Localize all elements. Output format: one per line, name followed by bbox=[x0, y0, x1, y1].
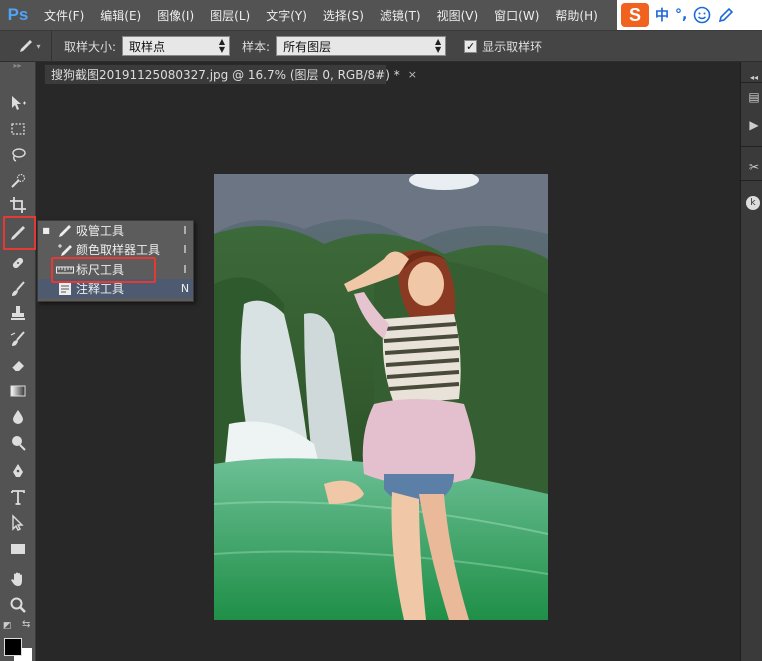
pen-icon[interactable] bbox=[717, 6, 735, 24]
dodge-icon bbox=[12, 436, 26, 451]
foreground-color-swatch[interactable] bbox=[4, 638, 22, 656]
healing-brush-tool[interactable] bbox=[6, 252, 30, 274]
eraser-tool[interactable] bbox=[6, 354, 30, 376]
lasso-icon bbox=[12, 148, 26, 162]
lasso-tool[interactable] bbox=[6, 144, 30, 166]
crop-icon bbox=[10, 197, 26, 213]
menu-image[interactable]: 图像(I) bbox=[149, 7, 202, 24]
smiley-icon[interactable] bbox=[693, 6, 711, 24]
flyout-shortcut: N bbox=[180, 282, 190, 295]
sample-label: 样本: bbox=[242, 39, 271, 54]
gradient-tool[interactable] bbox=[6, 380, 30, 402]
flyout-label: 吸管工具 bbox=[76, 224, 125, 238]
clone-stamp-tool[interactable] bbox=[6, 302, 30, 324]
flyout-shortcut: I bbox=[183, 224, 187, 237]
menu-window[interactable]: 窗口(W) bbox=[486, 7, 547, 24]
show-ring-label: 显示取样环 bbox=[482, 39, 543, 54]
color-sampler-icon bbox=[54, 242, 76, 258]
menu-select[interactable]: 选择(S) bbox=[315, 7, 372, 24]
type-icon bbox=[11, 490, 25, 505]
move-icon bbox=[12, 96, 26, 110]
sample-size-select[interactable]: 取样点 ▲ ▼ bbox=[122, 36, 231, 56]
history-panel-icon[interactable]: ▤ bbox=[745, 88, 762, 106]
chevron-down-icon: ▾ bbox=[36, 41, 41, 51]
close-icon[interactable]: × bbox=[408, 68, 417, 81]
brush-tool[interactable] bbox=[6, 278, 30, 300]
active-tool-bullet: ■ bbox=[42, 226, 50, 235]
hand-icon bbox=[11, 572, 22, 586]
menu-filter[interactable]: 滤镜(T) bbox=[372, 7, 429, 24]
updown-icon: ▲ ▼ bbox=[434, 37, 442, 54]
right-panel-dock: ◂◂ ▤ ▶ ✂ k bbox=[740, 62, 762, 661]
menu-layer[interactable]: 图层(L) bbox=[202, 7, 258, 24]
photoshop-logo: Ps bbox=[7, 5, 29, 24]
stamp-icon bbox=[11, 306, 25, 320]
flyout-shortcut: I bbox=[183, 243, 187, 256]
landscape-photo bbox=[214, 174, 548, 620]
ruler-tool-highlight bbox=[51, 257, 156, 283]
flyout-item-eyedropper[interactable]: ■ 吸管工具 I bbox=[38, 221, 193, 240]
default-colors-icon[interactable]: ◩ bbox=[3, 621, 12, 631]
ime-punct[interactable]: °, bbox=[675, 7, 687, 23]
path-select-tool[interactable] bbox=[6, 512, 30, 534]
quick-select-icon bbox=[11, 173, 26, 188]
options-bar: ▾ 取样大小: 取样点 ▲ ▼ 样本: 所有图层 ▲ ▼ ✓ 显示取样环 bbox=[0, 30, 762, 62]
eraser-icon bbox=[11, 361, 24, 372]
sample-size-label: 取样大小: bbox=[64, 39, 117, 54]
marquee-icon bbox=[11, 123, 25, 135]
panel-grip[interactable]: ▸▸ bbox=[0, 62, 35, 70]
crop-tool[interactable] bbox=[6, 194, 30, 216]
hand-tool[interactable] bbox=[6, 568, 30, 590]
marquee-tool[interactable] bbox=[6, 118, 30, 140]
menu-edit[interactable]: 编辑(E) bbox=[92, 7, 149, 24]
ime-mode[interactable]: 中 bbox=[655, 5, 669, 25]
document-title: 搜狗截图20191125080327.jpg @ 16.7% (图层 0, RG… bbox=[51, 68, 400, 82]
tool-preset-picker[interactable]: ▾ bbox=[8, 30, 52, 62]
pen-tool[interactable] bbox=[6, 460, 30, 482]
move-tool[interactable] bbox=[6, 92, 30, 114]
menu-type[interactable]: 文字(Y) bbox=[258, 7, 315, 24]
sogou-logo[interactable]: S bbox=[621, 3, 649, 27]
eyedropper-icon bbox=[54, 223, 76, 239]
show-ring-checkbox[interactable]: ✓ bbox=[464, 39, 478, 53]
gradient-icon bbox=[10, 385, 26, 397]
show-ring-option[interactable]: ✓ 显示取样环 bbox=[464, 38, 542, 55]
panel-grip[interactable]: ◂◂ bbox=[745, 68, 762, 86]
history-brush-tool[interactable] bbox=[6, 328, 30, 350]
menu-file[interactable]: 文件(F) bbox=[36, 7, 92, 24]
tools-panel: ▸▸ ◩ ⇆ bbox=[0, 62, 36, 661]
selected-tool-highlight bbox=[3, 216, 36, 250]
tools-settings-icon[interactable]: ✂ bbox=[745, 158, 762, 176]
drop-icon bbox=[13, 410, 23, 424]
flyout-label: 颜色取样器工具 bbox=[76, 243, 161, 257]
sample-select[interactable]: 所有图层 ▲ ▼ bbox=[276, 36, 447, 56]
bandage-icon bbox=[12, 257, 24, 269]
document-image[interactable] bbox=[214, 174, 548, 620]
type-tool[interactable] bbox=[6, 486, 30, 508]
rectangle-icon bbox=[11, 544, 25, 554]
magnifier-icon bbox=[10, 597, 26, 613]
swap-colors-icon[interactable]: ⇆ bbox=[22, 619, 30, 630]
flyout-shortcut: I bbox=[183, 263, 187, 276]
path-select-icon bbox=[12, 514, 24, 531]
ime-toolbar: S 中 °, bbox=[617, 0, 762, 30]
menu-view[interactable]: 视图(V) bbox=[429, 7, 487, 24]
quick-select-tool[interactable] bbox=[6, 170, 30, 192]
zoom-tool[interactable] bbox=[6, 594, 30, 616]
rectangle-tool[interactable] bbox=[6, 538, 30, 560]
eyedropper-icon bbox=[20, 40, 33, 52]
sample-size-value: 取样点 bbox=[129, 39, 166, 54]
updown-icon: ▲ ▼ bbox=[218, 37, 226, 54]
document-tab[interactable]: 搜狗截图20191125080327.jpg @ 16.7% (图层 0, RG… bbox=[44, 64, 417, 84]
blur-tool[interactable] bbox=[6, 406, 30, 428]
history-brush-icon bbox=[10, 331, 25, 346]
dodge-tool[interactable] bbox=[6, 432, 30, 454]
pen-nib-icon bbox=[13, 464, 23, 477]
brush-icon bbox=[12, 281, 25, 296]
menu-help[interactable]: 帮助(H) bbox=[547, 7, 605, 24]
character-panel-icon[interactable]: k bbox=[746, 196, 760, 210]
play-icon[interactable]: ▶ bbox=[745, 116, 762, 134]
sample-value: 所有图层 bbox=[283, 39, 332, 54]
